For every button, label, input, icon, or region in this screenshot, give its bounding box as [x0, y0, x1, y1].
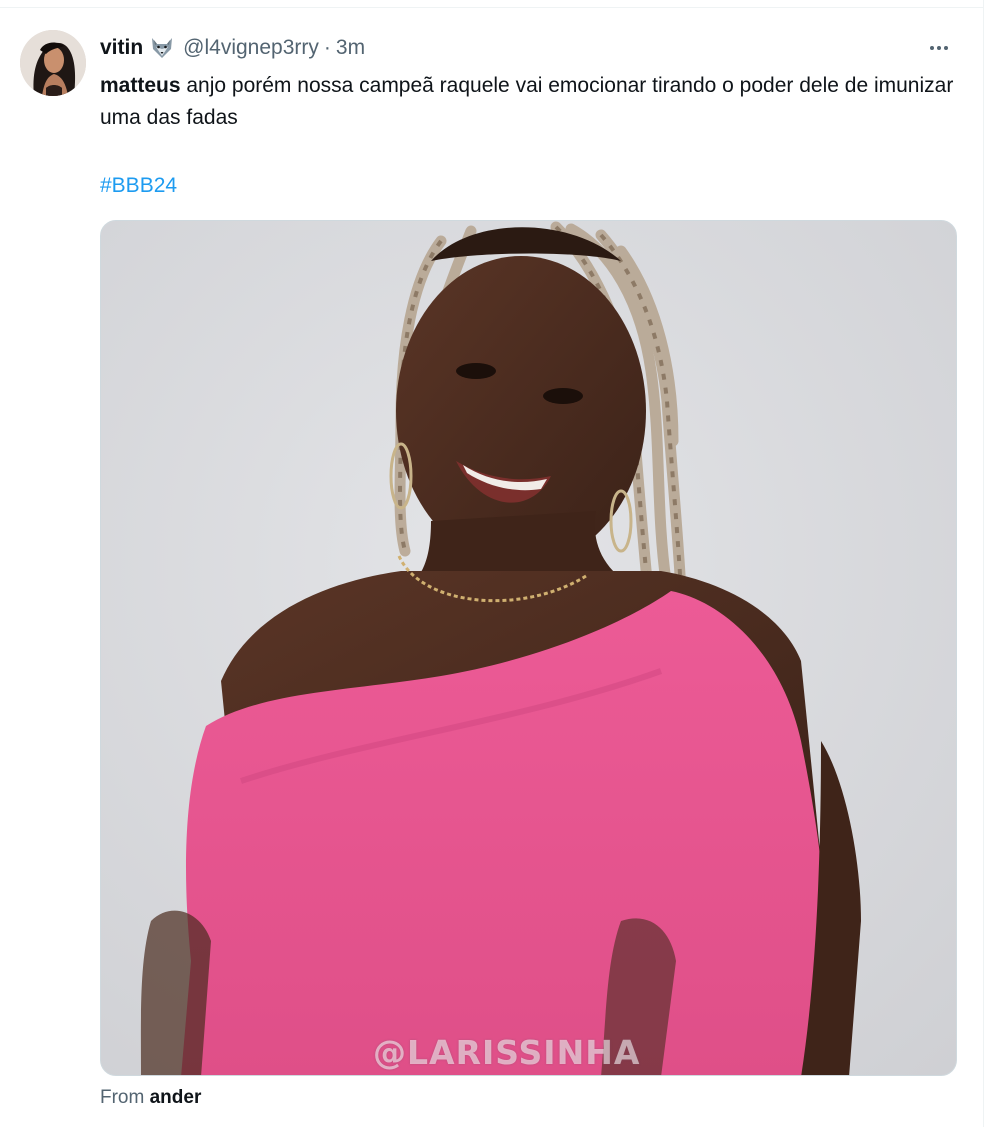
avatar-image — [20, 30, 86, 96]
mention-link[interactable]: matteus — [100, 74, 181, 97]
wolf-face-icon — [149, 37, 175, 59]
video-media[interactable]: @LARISSINHA — [100, 220, 957, 1076]
video-frame — [101, 221, 956, 1075]
separator-dot: · — [323, 36, 331, 59]
more-horizontal-icon — [930, 46, 948, 50]
attribution-source-link[interactable]: ander — [150, 1087, 202, 1108]
tweet-body: anjo porém nossa campeã raquele vai emoc… — [100, 74, 954, 129]
tweet-header: vitin @l4vignep3rry · 3m — [100, 34, 365, 62]
media-attribution: From ander — [100, 1086, 201, 1110]
display-name[interactable]: vitin — [100, 36, 143, 60]
attribution-prefix: From — [100, 1087, 150, 1108]
avatar[interactable] — [20, 30, 86, 96]
top-divider — [0, 0, 984, 8]
more-options-button[interactable] — [918, 34, 960, 62]
video-watermark: @LARISSINHA — [373, 1033, 641, 1072]
hashtag-link[interactable]: #BBB24 — [100, 170, 177, 202]
tweet-text: matteus anjo porém nossa campeã raquele … — [100, 70, 960, 134]
timestamp[interactable]: 3m — [336, 36, 365, 60]
user-handle[interactable]: @l4vignep3rry — [183, 36, 319, 60]
